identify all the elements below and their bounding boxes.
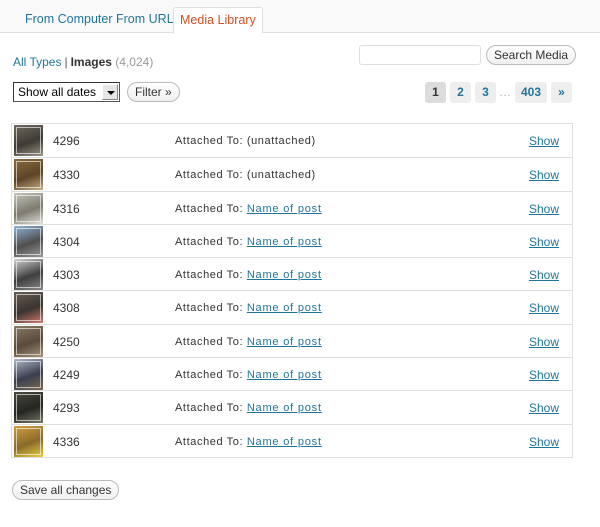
show-details-link[interactable]: Show: [529, 368, 559, 382]
page-3[interactable]: 3: [474, 82, 496, 103]
images-filter-current[interactable]: Images: [71, 55, 112, 69]
show-details-link[interactable]: Show: [529, 134, 559, 148]
show-details-link[interactable]: Show: [529, 335, 559, 349]
tab-media-library[interactable]: Media Library: [173, 7, 263, 34]
attached-to-label: Attached To:: [175, 269, 244, 282]
media-thumbnail-image: [14, 225, 43, 257]
media-item-id: 4336: [53, 434, 80, 449]
next-page-button[interactable]: »: [551, 82, 572, 103]
media-item-row: 4304 Attached To: Name of post Show: [12, 223, 572, 258]
media-item-id: 4330: [53, 168, 80, 183]
tab-from-url[interactable]: From URL: [110, 7, 180, 33]
media-item-id: 4304: [53, 234, 80, 249]
page-last[interactable]: 403: [514, 82, 547, 103]
pagination: 1 2 3 … 403 »: [421, 82, 572, 103]
attached-post-link[interactable]: Name of post: [247, 436, 322, 448]
media-item-row: 4296 Attached To: (unattached) Show: [12, 124, 572, 158]
save-all-changes-button[interactable]: Save all changes: [12, 480, 120, 500]
media-item-row: 4308 Attached To: Name of post Show: [12, 290, 572, 324]
media-item-row: 4250 Attached To: Name of post Show: [12, 323, 572, 358]
media-thumbnail-image: [14, 259, 43, 291]
attached-post-link[interactable]: Name of post: [247, 402, 322, 414]
show-details-link[interactable]: Show: [529, 268, 559, 282]
attached-to-label: Attached To:: [175, 135, 244, 147]
attached-to-label: Attached To:: [175, 235, 244, 248]
media-item-row: 4249 Attached To: Name of post Show: [12, 357, 572, 391]
upload-tabs: From Computer From URL Media Library: [0, 0, 600, 34]
media-thumbnail-image: [14, 359, 43, 391]
media-item-row: 4293 Attached To: Name of post Show: [12, 390, 572, 424]
tab-from-computer[interactable]: From Computer: [19, 7, 119, 33]
page-1[interactable]: 1: [424, 82, 446, 103]
media-thumbnail-image: [14, 392, 43, 424]
media-item-id: 4250: [53, 334, 80, 349]
attached-post-link[interactable]: Name of post: [247, 302, 322, 314]
show-details-link[interactable]: Show: [529, 435, 559, 449]
attached-to-label: Attached To:: [175, 402, 244, 415]
show-details-link[interactable]: Show: [529, 202, 559, 216]
attached-status: (unattached): [246, 135, 316, 147]
search-media-input[interactable]: [359, 45, 481, 65]
attached-to-label: Attached To:: [175, 202, 244, 215]
attached-to-label: Attached To:: [175, 169, 244, 182]
attached-post-link[interactable]: Name of post: [247, 336, 322, 348]
attached-status: (unattached): [246, 169, 316, 182]
media-item-row: 4330 Attached To: (unattached) Show: [12, 157, 572, 191]
attached-to-label: Attached To:: [175, 302, 244, 315]
attached-to: Attached To: Name of post: [175, 236, 322, 248]
pagination-ellipsis: …: [498, 85, 511, 99]
media-item-id: 4316: [53, 201, 80, 216]
media-thumbnail-image: [14, 325, 43, 357]
attached-post-link[interactable]: Name of post: [247, 203, 322, 215]
attached-to: Attached To: (unattached): [175, 135, 316, 147]
date-filter-value: Show all dates: [18, 85, 97, 99]
attached-to-label: Attached To:: [175, 335, 244, 348]
media-thumbnail-image: [14, 292, 43, 324]
attached-to: Attached To: Name of post: [175, 203, 322, 215]
media-item-row: 4336 Attached To: Name of post Show: [12, 423, 572, 457]
search-media-button[interactable]: Search Media: [486, 45, 577, 65]
show-details-link[interactable]: Show: [529, 235, 559, 249]
attached-to: Attached To: Name of post: [175, 336, 322, 348]
media-item-id: 4303: [53, 268, 80, 283]
dropdown-arrow-icon[interactable]: [102, 84, 118, 100]
attached-to: Attached To: Name of post: [175, 402, 322, 414]
show-details-link[interactable]: Show: [529, 168, 559, 182]
media-item-row: 4316 Attached To: Name of post Show: [12, 190, 572, 224]
media-item-id: 4308: [53, 301, 80, 316]
type-filter: All Types | Images (4,024): [13, 55, 153, 69]
media-thumbnail-image: [14, 192, 43, 224]
show-details-link[interactable]: Show: [529, 301, 559, 315]
images-count: (4,024): [115, 55, 154, 69]
media-thumbnail-image: [14, 125, 43, 156]
media-list: 4296 Attached To: (unattached) Show 4330 Att…: [11, 123, 573, 458]
attached-to: Attached To: Name of post: [175, 369, 322, 381]
filter-separator: |: [64, 55, 68, 69]
filter-button[interactable]: Filter »: [127, 82, 180, 102]
attached-post-link[interactable]: Name of post: [247, 369, 322, 381]
media-item-id: 4296: [53, 134, 80, 148]
media-thumbnail-image: [14, 425, 43, 457]
attached-post-link[interactable]: Name of post: [247, 236, 322, 248]
show-details-link[interactable]: Show: [529, 401, 559, 415]
attached-to: Attached To: (unattached): [175, 169, 316, 181]
attached-post-link[interactable]: Name of post: [247, 269, 322, 281]
attached-to: Attached To: Name of post: [175, 302, 322, 314]
all-types-link[interactable]: All Types: [13, 55, 61, 69]
attached-to: Attached To: Name of post: [175, 436, 322, 448]
page-2[interactable]: 2: [449, 82, 471, 103]
attached-to-label: Attached To:: [175, 435, 244, 448]
media-thumbnail-image: [14, 159, 43, 191]
attached-to-label: Attached To:: [175, 369, 244, 382]
attached-to: Attached To: Name of post: [175, 269, 322, 281]
media-item-id: 4249: [53, 368, 80, 383]
date-filter-select[interactable]: Show all dates: [13, 82, 120, 102]
media-item-row: 4303 Attached To: Name of post Show: [12, 257, 572, 291]
media-item-id: 4293: [53, 401, 80, 416]
